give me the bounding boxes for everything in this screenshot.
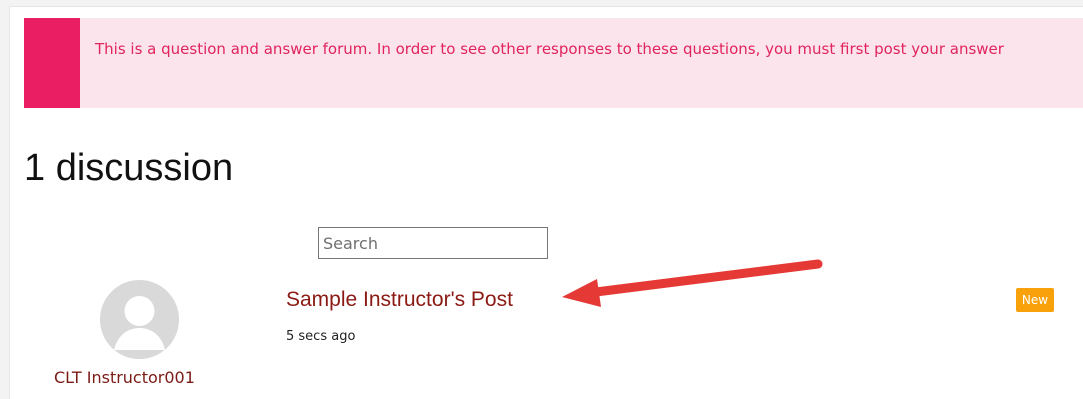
annotation-arrow-icon (562, 259, 823, 307)
